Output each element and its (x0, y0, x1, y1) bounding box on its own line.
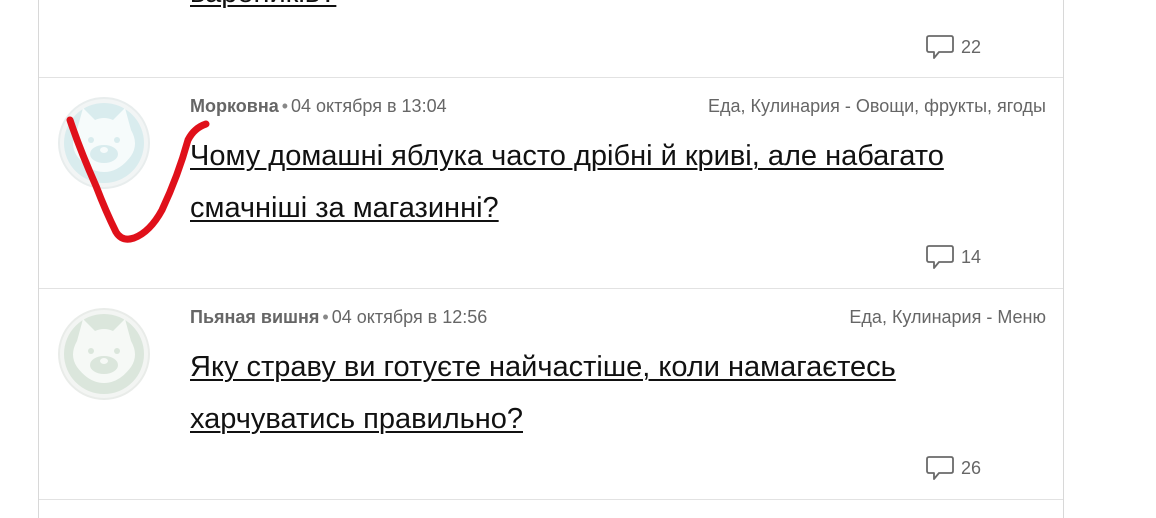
post-prev: вареників? 22 (39, 0, 1063, 77)
comment-bubble-icon (926, 456, 954, 480)
meta-separator: • (281, 96, 289, 116)
author-link[interactable]: Морковна (190, 96, 279, 116)
bear-avatar-icon (58, 308, 150, 400)
avatar[interactable] (57, 307, 151, 401)
post-meta: Пьяная вишня • 04 октября в 12:56 (190, 307, 487, 328)
post-item: Морковна • 04 октября в 13:04 Еда, Кулинар… (39, 78, 1063, 288)
questions-feed: вареників? 22 Морковна•04 октября в 13:0… (38, 0, 1064, 518)
post-meta: Морковна • 04 октября в 13:04 (190, 96, 447, 117)
avatar[interactable] (57, 96, 151, 190)
author-link[interactable]: Пьяная вишня (190, 307, 319, 327)
post-title[interactable]: Яку страву ви готуєте найчастіше, коли н… (190, 341, 1030, 445)
comment-bubble-icon (926, 35, 954, 59)
comments-link[interactable]: 22 (925, 34, 981, 60)
comment-bubble-icon (926, 245, 954, 269)
comments-count: 26 (961, 457, 982, 478)
post-title[interactable]: Чому домашні яблука часто дрібні й криві… (190, 130, 1030, 234)
category-link[interactable]: Еда, Кулинария - Овощи, фрукты, ягоды (708, 96, 1046, 117)
bear-avatar-icon (58, 97, 150, 189)
post-date: 04 октября в 12:56 (331, 307, 488, 327)
meta-separator: • (322, 307, 329, 327)
comments-link[interactable]: 26 (925, 455, 981, 481)
comments-count: 22 (961, 36, 982, 57)
post-title[interactable]: вареників? (190, 0, 1030, 19)
post-item: Пьяная вишня • 04 октября в 12:56 Еда, Кул… (39, 289, 1063, 499)
post-date: 04 октября в 13:04 (291, 96, 447, 116)
divider (39, 499, 1063, 500)
comments-link[interactable]: 14 (925, 244, 981, 270)
comments-count: 14 (961, 246, 982, 267)
category-link[interactable]: Еда, Кулинария - Меню (849, 307, 1046, 328)
